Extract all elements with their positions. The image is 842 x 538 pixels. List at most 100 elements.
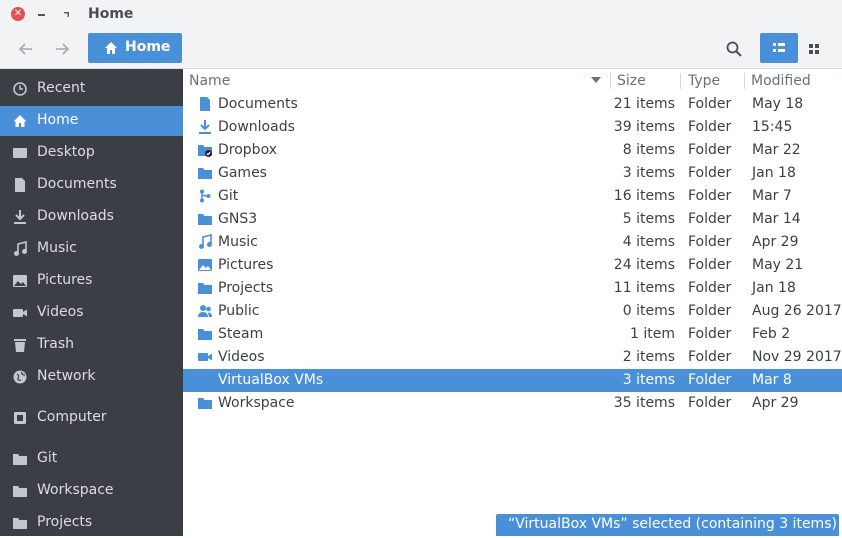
sidebar-item-label: Music [37,240,77,256]
video-icon [197,349,213,365]
sidebar-item-label: Workspace [37,482,114,498]
table-row[interactable]: Public 0 items Folder Aug 26 2017 [183,300,842,323]
column-header-label: Name [189,73,231,89]
sidebar-item-downloads[interactable]: Downloads [0,202,183,232]
search-button[interactable] [724,39,744,59]
column-header-modified[interactable]: Modified [745,69,842,93]
table-row[interactable]: Pictures 24 items Folder May 21 [183,254,842,277]
file-modified: Nov 29 2017 [752,349,842,365]
folder-icon [197,280,213,296]
file-modified: Mar 8 [752,372,792,388]
file-modified: Jan 18 [752,165,796,181]
sidebar-item-network[interactable]: Network [0,362,183,392]
file-type: Folder [688,372,732,388]
sidebar-item-pictures[interactable]: Pictures [0,266,183,296]
table-row[interactable]: Dropbox 8 items Folder Mar 22 [183,139,842,162]
file-modified: 15:45 [752,119,793,135]
table-row[interactable]: Steam 1 item Folder Feb 2 [183,323,842,346]
table-row[interactable]: Downloads 39 items Folder 15:45 [183,116,842,139]
file-type: Folder [688,303,732,319]
home-icon [12,113,28,129]
sidebar-item-videos[interactable]: Videos [0,298,183,328]
file-name: Videos [218,349,265,365]
file-size: 5 items [622,211,675,227]
sidebar-item-trash[interactable]: Trash [0,330,183,360]
maximize-window-button[interactable] [60,7,72,21]
close-window-button[interactable]: ✕ [11,7,25,21]
sidebar-item-label: Pictures [37,272,93,288]
video-icon [12,305,28,321]
file-modified: Mar 14 [752,211,801,227]
file-name: VirtualBox VMs [218,372,324,388]
back-button[interactable] [16,39,36,59]
dropbox-folder-icon [197,142,213,158]
public-icon [197,303,213,319]
sidebar-item-label: Downloads [37,208,114,224]
sidebar-item-music[interactable]: Music [0,234,183,264]
desktop-icon [12,145,28,161]
sidebar-item-label: Projects [37,514,93,530]
file-name: Dropbox [218,142,277,158]
path-home-button[interactable]: Home [88,33,182,63]
sidebar-item-label: Documents [37,176,117,192]
sidebar-item-label: Desktop [37,144,95,160]
grid-view-button[interactable] [804,39,824,59]
file-type: Folder [688,395,732,411]
table-row[interactable]: Games 3 items Folder Jan 18 [183,162,842,185]
status-text: “VirtualBox VMs” selected (containing 3 … [508,516,837,532]
sidebar-item-documents[interactable]: Documents [0,170,183,200]
grid-view-icon [809,44,819,54]
sidebar-item-computer[interactable]: Computer [0,403,183,433]
sidebar-item-workspace[interactable]: Workspace [0,476,183,506]
folder-icon [197,395,213,411]
file-list-view: Name Size Type Modified Documents 21 ite… [183,69,842,536]
sidebar-item-desktop[interactable]: Desktop [0,138,183,168]
table-row[interactable]: Git 16 items Folder Mar 7 [183,185,842,208]
file-name: Music [218,234,258,250]
file-size: 39 items [613,119,675,135]
list-view-button[interactable] [760,33,798,63]
sidebar-item-home[interactable]: Home [0,106,183,136]
table-row[interactable]: Projects 11 items Folder Jan 18 [183,277,842,300]
file-modified: Aug 26 2017 [752,303,842,319]
file-name: Pictures [218,257,274,273]
file-type: Folder [688,119,732,135]
table-row[interactable]: Music 4 items Folder Apr 29 [183,231,842,254]
sidebar-item-label: Recent [37,80,86,96]
table-row[interactable]: Videos 2 items Folder Nov 29 2017 [183,346,842,369]
table-row-selected[interactable]: VirtualBox VMs 3 items Folder Mar 8 [183,369,842,392]
column-header-name[interactable]: Name [183,69,610,93]
picture-icon [12,273,28,289]
table-row[interactable]: Workspace 35 items Folder Apr 29 [183,392,842,415]
sidebar-item-projects[interactable]: Projects [0,508,183,538]
table-row[interactable]: GNS3 5 items Folder Mar 14 [183,208,842,231]
search-icon [726,41,742,57]
folder-icon [197,372,213,388]
column-header-label: Modified [751,73,811,89]
file-size: 3 items [622,372,675,388]
music-icon [12,241,28,257]
minimize-window-button[interactable] [36,7,48,21]
file-size: 24 items [613,257,675,273]
folder-icon [197,326,213,342]
file-modified: May 21 [752,257,804,273]
file-modified: Apr 29 [752,234,799,250]
file-name: Games [218,165,267,181]
column-header-size[interactable]: Size [611,69,679,93]
toolbar: Home [0,30,842,69]
list-view-icon [773,43,785,52]
sidebar-item-label: Trash [37,336,74,352]
file-type: Folder [688,211,732,227]
sidebar-item-git[interactable]: Git [0,444,183,474]
file-type: Folder [688,188,732,204]
file-size: 16 items [613,188,675,204]
forward-button[interactable] [52,39,72,59]
file-modified: Apr 29 [752,395,799,411]
folder-icon [197,211,213,227]
sidebar-item-recent[interactable]: Recent [0,74,183,104]
table-row[interactable]: Documents 21 items Folder May 18 [183,93,842,116]
column-header-type[interactable]: Type [681,69,743,93]
document-icon [12,177,28,193]
file-name: Git [218,188,239,204]
music-icon [197,234,213,250]
